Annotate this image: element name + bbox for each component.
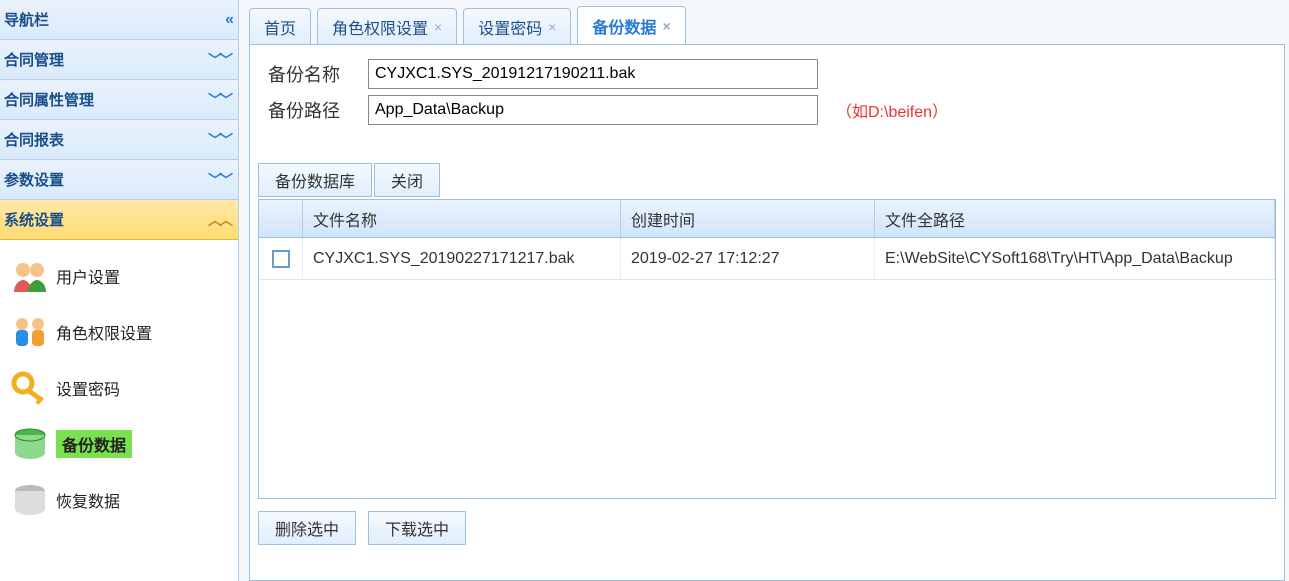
tab-roles[interactable]: 角色权限设置 × [317, 8, 457, 44]
backup-form: 备份名称 备份路径 （如D:\beifen） [250, 45, 1284, 145]
close-icon[interactable]: × [662, 18, 670, 34]
tab-label: 备份数据 [592, 14, 656, 38]
row-path: E:\WebSite\CYSoft168\Try\HT\App_Data\Bac… [875, 238, 1275, 279]
tab-home[interactable]: 首页 [249, 8, 311, 44]
sidebar-group-contract-attr[interactable]: 合同属性管理 ﹀﹀ [0, 80, 238, 120]
grid-header-time[interactable]: 创建时间 [621, 200, 875, 237]
sidebar-group-label: 系统设置 [4, 209, 64, 230]
tab-label: 角色权限设置 [332, 15, 428, 39]
backup-path-label: 备份路径 [268, 97, 368, 123]
sidebar-group-label: 参数设置 [4, 169, 64, 190]
row-checkbox-cell [259, 238, 303, 279]
sidebar-item-password[interactable]: 设置密码 [0, 360, 238, 416]
backup-path-hint: （如D:\beifen） [836, 98, 948, 122]
tab-label: 首页 [264, 15, 296, 39]
grid-header-checkbox [259, 200, 303, 237]
sidebar-group-contract[interactable]: 合同管理 ﹀﹀ [0, 40, 238, 80]
grid-header: 文件名称 创建时间 文件全路径 [259, 200, 1275, 238]
grid-body: CYJXC1.SYS_20190227171217.bak 2019-02-27… [259, 238, 1275, 498]
download-selected-button[interactable]: 下载选中 [368, 511, 466, 545]
close-icon[interactable]: × [548, 19, 556, 35]
action-toolbar: 备份数据库 关闭 [250, 163, 1284, 197]
main-area: 首页 角色权限设置 × 设置密码 × 备份数据 × 备份名称 备份路径 （如D:… [239, 0, 1289, 581]
chevron-down-icon: ﹀﹀ [208, 90, 230, 110]
row-time: 2019-02-27 17:12:27 [621, 238, 875, 279]
sidebar-item-roles[interactable]: 角色权限设置 [0, 304, 238, 360]
sidebar-title: 导航栏 [4, 9, 49, 30]
close-icon[interactable]: × [434, 19, 442, 35]
sidebar-item-label: 角色权限设置 [56, 320, 152, 344]
chevron-up-icon: ︿︿ [208, 210, 230, 230]
tabstrip: 首页 角色权限设置 × 设置密码 × 备份数据 × [249, 6, 1289, 44]
backup-path-input[interactable] [368, 95, 818, 125]
tab-label: 设置密码 [478, 15, 542, 39]
chevron-down-icon: ﹀﹀ [208, 50, 230, 70]
sidebar-item-restore[interactable]: 恢复数据 [0, 472, 238, 528]
sidebar-item-backup[interactable]: 备份数据 [0, 416, 238, 472]
backup-icon [10, 424, 50, 464]
roles-icon [10, 312, 50, 352]
sidebar-collapse-icon[interactable]: « [225, 11, 230, 29]
tab-password[interactable]: 设置密码 × [463, 8, 571, 44]
footer-toolbar: 删除选中 下载选中 [250, 507, 1284, 545]
chevron-down-icon: ﹀﹀ [208, 170, 230, 190]
chevron-down-icon: ﹀﹀ [208, 130, 230, 150]
sidebar-item-label: 备份数据 [56, 430, 132, 458]
row-checkbox[interactable] [272, 250, 290, 268]
sidebar-item-label: 恢复数据 [56, 488, 120, 512]
backup-name-input[interactable] [368, 59, 818, 89]
sidebar-group-param[interactable]: 参数设置 ﹀﹀ [0, 160, 238, 200]
close-button[interactable]: 关闭 [374, 163, 440, 197]
sidebar-group-label: 合同报表 [4, 129, 64, 150]
sidebar-group-label: 合同属性管理 [4, 89, 94, 110]
backup-name-label: 备份名称 [268, 61, 368, 87]
sidebar: 导航栏 « 合同管理 ﹀﹀ 合同属性管理 ﹀﹀ 合同报表 ﹀﹀ 参数设置 ﹀﹀ … [0, 0, 239, 581]
sidebar-item-users[interactable]: 用户设置 [0, 248, 238, 304]
backup-grid: 文件名称 创建时间 文件全路径 CYJXC1.SYS_2019022717121… [258, 199, 1276, 499]
backup-db-button[interactable]: 备份数据库 [258, 163, 372, 197]
restore-icon [10, 480, 50, 520]
delete-selected-button[interactable]: 删除选中 [258, 511, 356, 545]
grid-header-path[interactable]: 文件全路径 [875, 200, 1275, 237]
sidebar-group-system[interactable]: 系统设置 ︿︿ [0, 200, 238, 240]
people-icon [10, 256, 50, 296]
sidebar-item-label: 用户设置 [56, 264, 120, 288]
sidebar-items: 用户设置 角色权限设置 设置密码 备份数据 恢复数据 [0, 240, 238, 528]
row-name: CYJXC1.SYS_20190227171217.bak [303, 238, 621, 279]
content-panel: 备份名称 备份路径 （如D:\beifen） 备份数据库 关闭 文件名称 创建时… [249, 44, 1285, 581]
sidebar-item-label: 设置密码 [56, 376, 120, 400]
key-icon [10, 368, 50, 408]
sidebar-group-contract-report[interactable]: 合同报表 ﹀﹀ [0, 120, 238, 160]
grid-header-name[interactable]: 文件名称 [303, 200, 621, 237]
sidebar-header: 导航栏 « [0, 0, 238, 40]
table-row[interactable]: CYJXC1.SYS_20190227171217.bak 2019-02-27… [259, 238, 1275, 280]
sidebar-group-label: 合同管理 [4, 49, 64, 70]
tab-backup[interactable]: 备份数据 × [577, 6, 685, 44]
